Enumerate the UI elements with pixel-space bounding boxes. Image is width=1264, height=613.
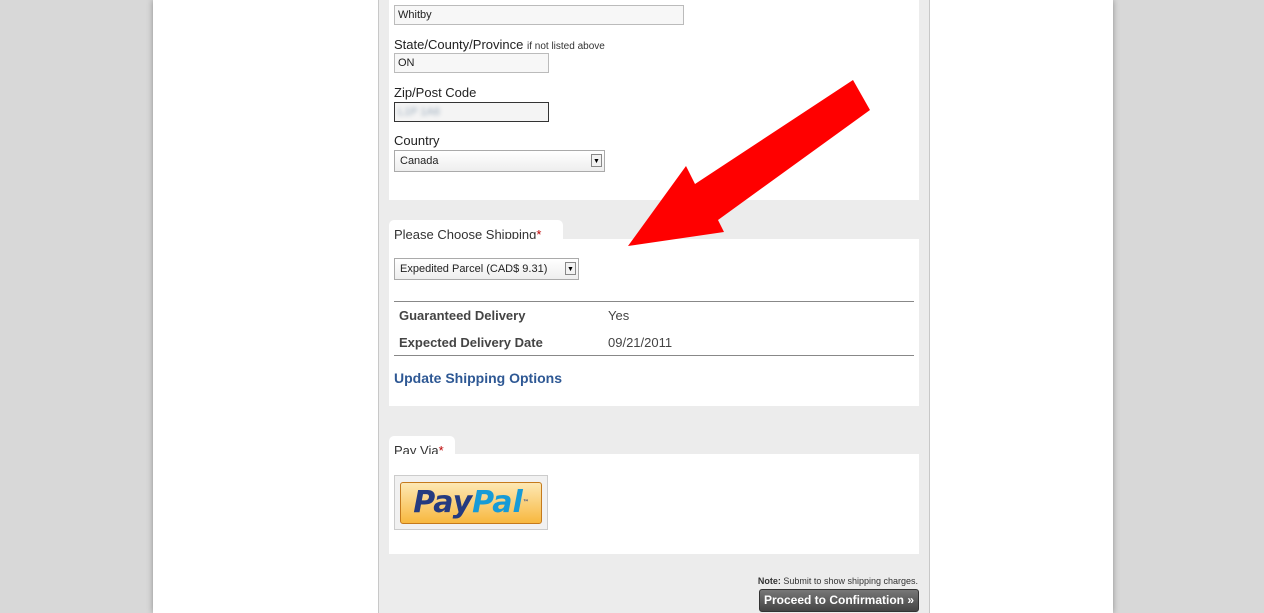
proceed-to-confirmation-button[interactable]: Proceed to Confirmation » [759, 589, 919, 612]
guaranteed-value: Yes [608, 308, 630, 323]
country-label: Country [394, 133, 440, 148]
paypal-logo-pal: Pal [472, 485, 523, 520]
state-label-text: State/County/Province [394, 37, 524, 52]
paypal-button[interactable]: PayPal™ [394, 475, 548, 530]
divider [394, 355, 914, 356]
dropdown-arrow-icon: ▼ [591, 154, 602, 167]
state-label: State/County/Province if not listed abov… [394, 37, 605, 52]
paypal-trademark: ™ [522, 499, 529, 506]
zip-label: Zip/Post Code [394, 85, 477, 100]
divider [394, 301, 914, 302]
country-select[interactable]: Canada ▼ [394, 150, 605, 172]
state-hint: if not listed above [526, 41, 605, 52]
shipping-select[interactable]: Expedited Parcel (CAD$ 9.31) ▼ [394, 258, 579, 280]
note-label: Note: [757, 576, 781, 586]
state-input[interactable]: ON [394, 53, 549, 73]
note-text: Submit to show shipping charges. [780, 576, 918, 586]
dropdown-arrow-icon: ▼ [565, 262, 576, 275]
paypal-logo: PayPal™ [400, 482, 542, 524]
country-value: Canada [400, 155, 439, 167]
shipping-option-value: Expedited Parcel (CAD$ 9.31) [400, 263, 548, 275]
guaranteed-label: Guaranteed Delivery [399, 308, 526, 323]
zip-input[interactable]: L1P 1A6 [394, 102, 549, 122]
expected-label: Expected Delivery Date [399, 335, 543, 350]
update-shipping-link[interactable]: Update Shipping Options [394, 370, 562, 386]
city-input[interactable]: Whitby [394, 5, 684, 25]
shipping-note: Note: Submit to show shipping charges. [758, 576, 918, 586]
expected-value: 09/21/2011 [608, 335, 673, 350]
zip-value-blurred: L1P 1A6 [398, 106, 441, 118]
paypal-logo-pay: Pay [413, 485, 473, 520]
